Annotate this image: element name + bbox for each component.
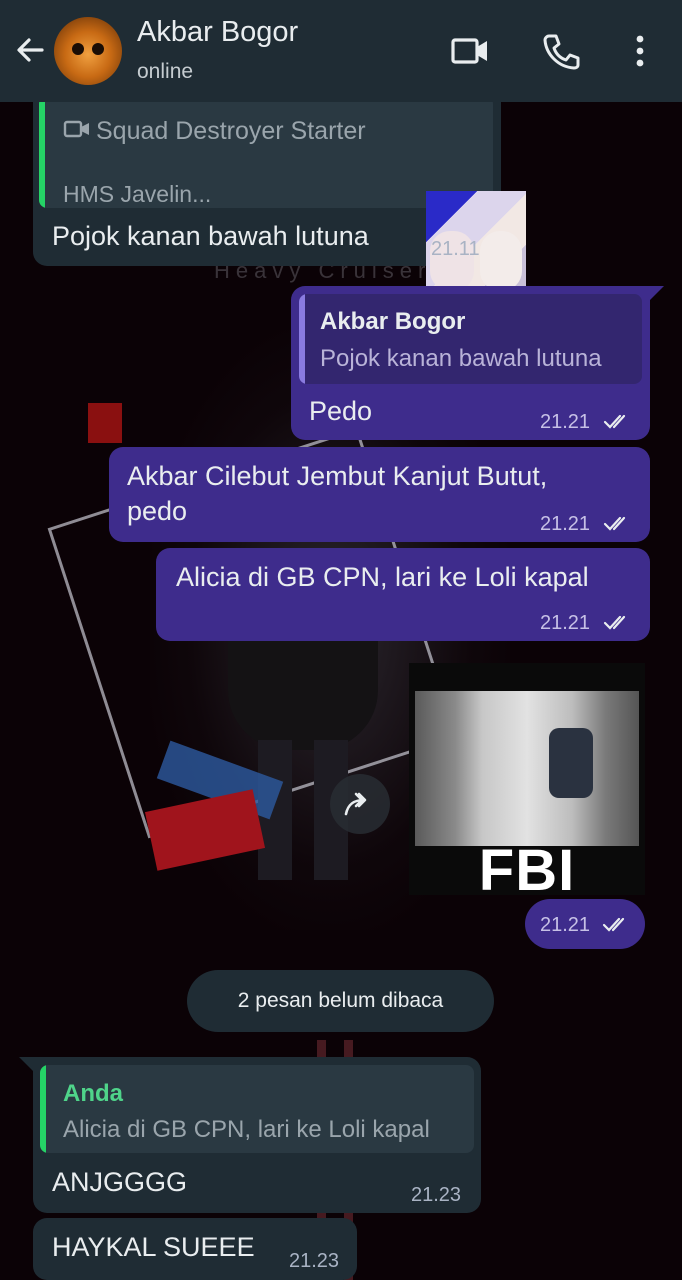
back-arrow-icon[interactable] [12, 32, 48, 68]
message-text: HAYKAL SUEEE [52, 1232, 255, 1262]
message-bubble-incoming[interactable]: HAYKAL SUEEE 21.23 [33, 1218, 357, 1280]
message-time: 21.21 [540, 914, 591, 936]
message-time: 21.23 [289, 1250, 340, 1272]
message-bubble-incoming[interactable]: Anda Alicia di GB CPN, lari ke Loli kapa… [19, 1057, 481, 1213]
quoted-text: Alicia di GB CPN, lari ke Loli kapal [63, 1116, 430, 1143]
image-figure [549, 728, 593, 798]
bubble-tail [19, 1057, 33, 1071]
avatar-eye [72, 43, 84, 55]
message-time: 21.21 [540, 612, 591, 634]
contact-status: online [137, 60, 194, 83]
read-ticks-icon [603, 615, 626, 630]
quote-bar [39, 96, 45, 208]
image-caption: FBI [478, 838, 576, 895]
message-time: 21.21 [540, 411, 591, 433]
quoted-message[interactable]: Akbar Bogor Pojok kanan bawah lutuna [299, 294, 642, 384]
message-bubble-outgoing[interactable]: Alicia di GB CPN, lari ke Loli kapal 21.… [156, 548, 650, 641]
message-time: 21.21 [540, 513, 591, 535]
contact-avatar[interactable] [54, 17, 122, 85]
unread-label: 2 pesan belum dibaca [237, 989, 444, 1012]
thumbnail-figure [480, 231, 522, 291]
contact-name[interactable]: Akbar Bogor [137, 16, 298, 49]
message-bubble-outgoing[interactable]: Akbar Bogor Pojok kanan bawah lutuna Ped… [291, 286, 664, 440]
read-ticks-icon [603, 414, 626, 429]
message-bubble-outgoing[interactable]: Akbar Cilebut Jembut Kanjut Butut, pedo … [109, 447, 650, 542]
unread-messages-divider: 2 pesan belum dibaca [187, 970, 494, 1032]
image-scene [415, 691, 639, 846]
voice-call-icon[interactable] [540, 30, 582, 72]
quote-bar [40, 1065, 46, 1153]
more-options-icon[interactable] [620, 30, 660, 72]
quoted-message[interactable]: Anda Alicia di GB CPN, lari ke Loli kapa… [40, 1065, 474, 1153]
chat-header: Akbar Bogor online [0, 0, 682, 102]
message-time: 21.23 [411, 1184, 462, 1206]
image-message-meta: 21.21 [525, 899, 645, 949]
forward-button[interactable] [330, 774, 390, 834]
wallpaper-red-block [88, 403, 122, 443]
quoted-author: Akbar Bogor [320, 308, 466, 335]
quoted-subtitle: HMS Javelin... [63, 181, 212, 207]
quoted-author: Anda [63, 1080, 123, 1107]
bubble-tail [650, 286, 664, 300]
message-text-line: Akbar Cilebut Jembut Kanjut Butut, [127, 461, 548, 491]
video-icon [63, 120, 89, 138]
message-text-line: pedo [127, 496, 188, 526]
read-ticks-icon [602, 917, 625, 932]
image-message[interactable]: FBI [409, 663, 645, 895]
message-bubble-incoming[interactable]: Squad Destroyer Starter HMS Javelin... P… [33, 88, 526, 296]
quote-bar [299, 294, 305, 384]
message-text: Pedo [309, 396, 373, 426]
quoted-text: Pojok kanan bawah lutuna [320, 345, 602, 372]
message-time: 21.11 [431, 238, 480, 260]
read-ticks-icon [603, 516, 626, 531]
message-text: Alicia di GB CPN, lari ke Loli kapal [176, 562, 589, 592]
quoted-message[interactable]: Squad Destroyer Starter HMS Javelin... [39, 96, 493, 208]
forward-icon [344, 792, 367, 816]
avatar-eye [92, 43, 104, 55]
quoted-title: Squad Destroyer Starter [96, 117, 366, 145]
message-text: Pojok kanan bawah lutuna [52, 221, 369, 251]
video-call-icon[interactable] [449, 30, 491, 72]
message-text: ANJGGGG [52, 1167, 188, 1197]
